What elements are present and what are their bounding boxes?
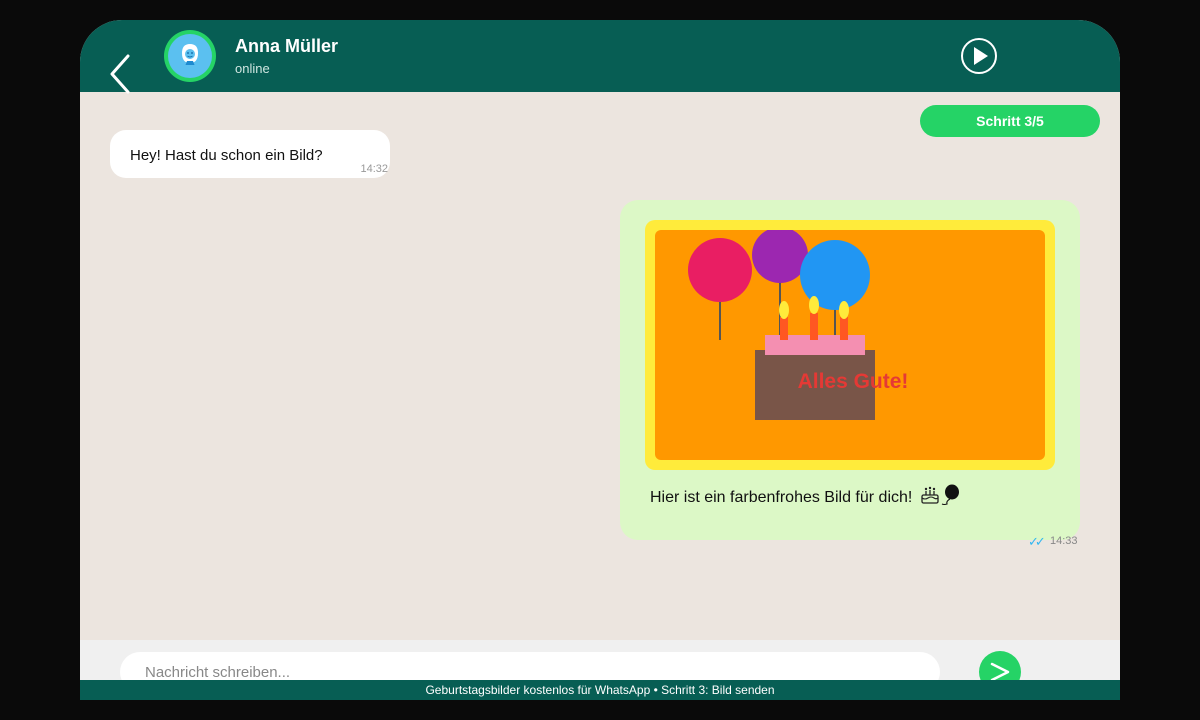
chevron-left-icon — [110, 54, 130, 94]
incoming-message: Hey! Hast du schon ein Bild? 14:32 — [110, 130, 390, 178]
play-button[interactable] — [960, 37, 998, 75]
chat-header: Anna Müller online — [80, 20, 1120, 94]
play-circle-icon — [961, 38, 997, 74]
birthday-image-canvas: Alles Gute! — [655, 230, 1045, 460]
avatar[interactable] — [164, 30, 216, 82]
chat-screen: Anna Müller online Schritt 3/5 Hey! Hast… — [80, 20, 1120, 700]
caption-text: Hier ist ein farbenfrohes Bild für dich! — [650, 489, 913, 506]
back-button[interactable] — [108, 54, 148, 94]
contact-name[interactable]: Anna Müller — [235, 36, 338, 57]
balloon-icon — [941, 484, 959, 506]
message-time: 14:32 — [360, 163, 388, 175]
contact-status: online — [235, 61, 270, 76]
message-text: Hey! Hast du schon ein Bild? — [130, 147, 323, 164]
person-icon — [182, 44, 198, 65]
image-caption: Hier ist ein farbenfrohes Bild für dich! — [650, 484, 960, 507]
avatar-picture — [168, 34, 212, 78]
birthday-cake-icon — [921, 486, 939, 504]
composer-bar — [80, 640, 1120, 693]
read-receipt-icon: ✓✓ — [1028, 534, 1046, 549]
footer-bar: Geburtstagsbilder kostenlos für WhatsApp… — [80, 680, 1120, 700]
balloons-and-cake-illustration — [688, 230, 875, 420]
outgoing-message: Alles Gute! Hier ist ein farbenfrohes Bi… — [620, 200, 1080, 540]
birthday-image[interactable]: Alles Gute! — [645, 220, 1055, 470]
step-progress-badge[interactable]: Schritt 3/5 — [920, 105, 1100, 137]
message-time: 14:33 — [1050, 535, 1078, 547]
image-greeting-text: Alles Gute! — [797, 370, 909, 393]
